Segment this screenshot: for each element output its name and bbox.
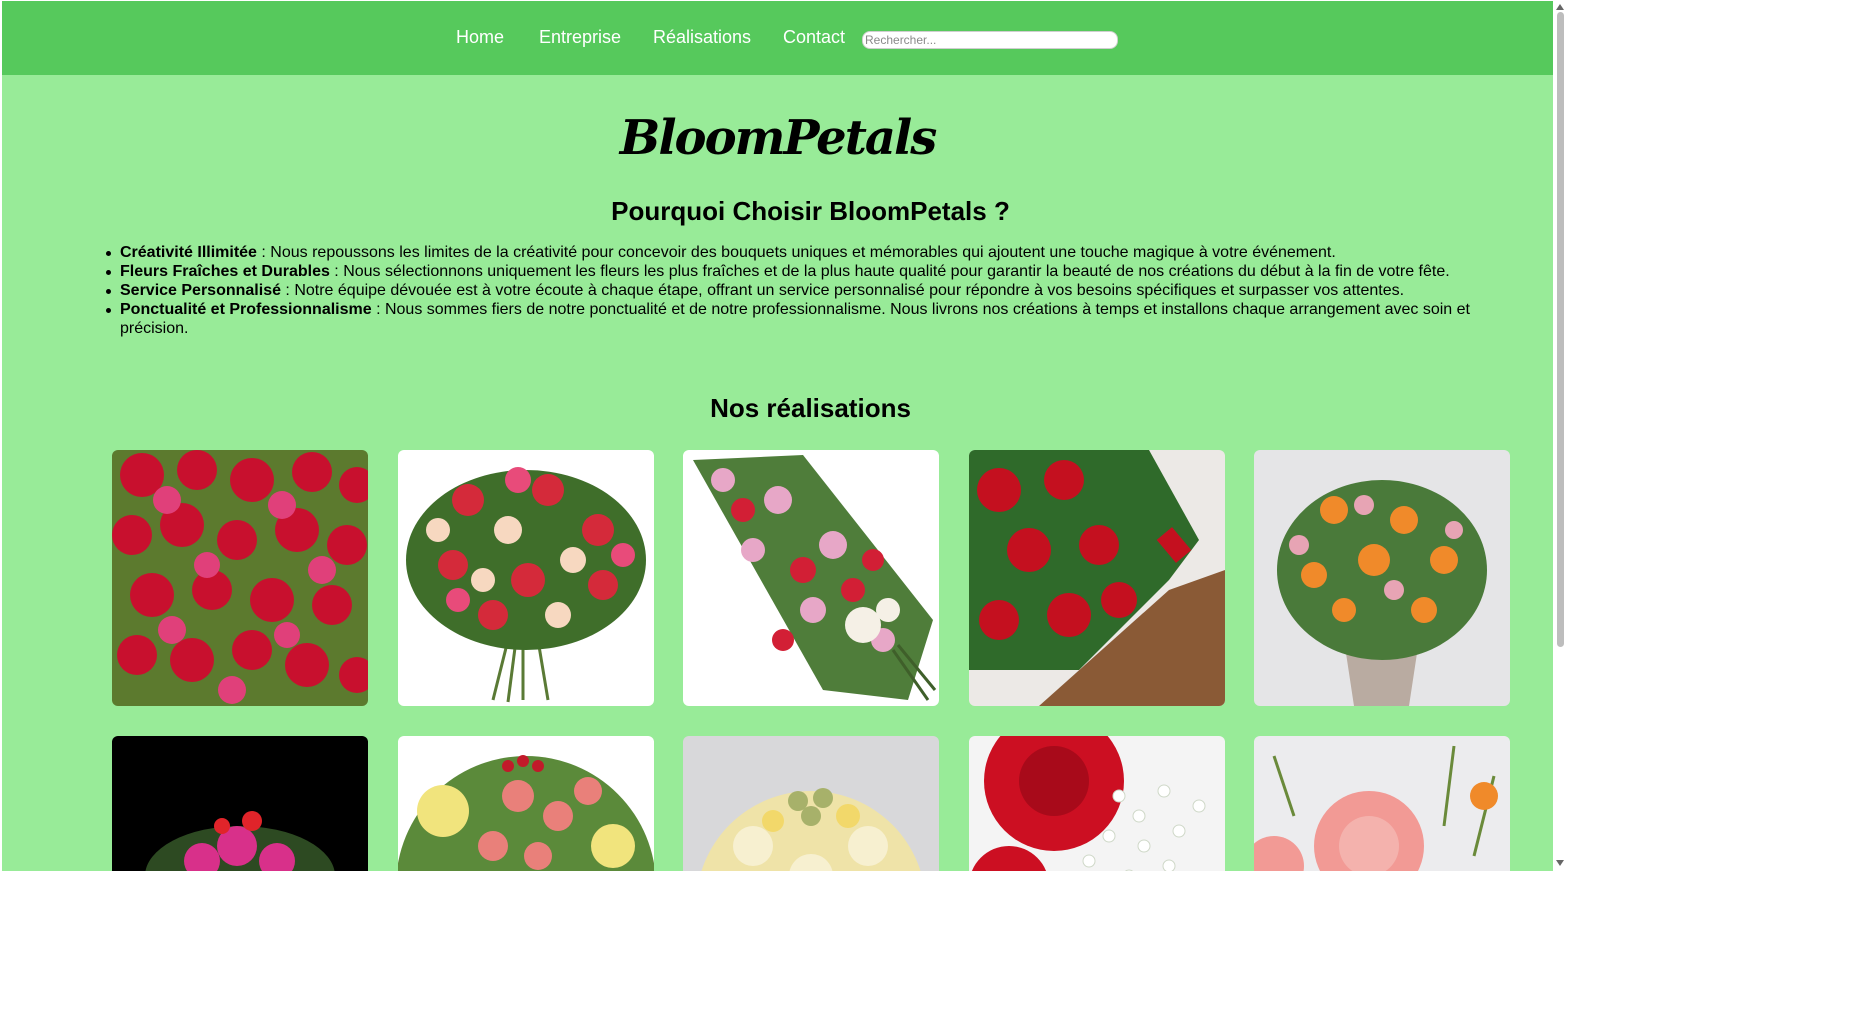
list-item-description: : Nous sélectionnons uniquement les fleu… bbox=[329, 263, 1450, 280]
bouquet-image bbox=[112, 736, 368, 871]
bouquet-image bbox=[683, 450, 939, 706]
gallery-title: Nos réalisations bbox=[710, 393, 911, 423]
gallery-image-red-rose-gypsophila[interactable] bbox=[969, 736, 1225, 871]
bouquet-image bbox=[1254, 450, 1510, 706]
list-item: Ponctualité et Professionnalisme : Nous … bbox=[106, 300, 1500, 338]
nav-home-link[interactable]: Home bbox=[456, 27, 504, 47]
gallery-image-mixed-roses-bouquet[interactable] bbox=[398, 450, 654, 706]
gallery-image-cream-dome-bouquet[interactable] bbox=[683, 736, 939, 871]
bouquet-image bbox=[1254, 736, 1510, 871]
gallery-image-pink-dahlia[interactable] bbox=[1254, 736, 1510, 871]
list-item-term: Fleurs Fraîches et Durables bbox=[120, 263, 330, 280]
gallery-image-dark-background-bouquet[interactable] bbox=[112, 736, 368, 871]
bouquet-image bbox=[112, 450, 368, 706]
brand-logo-text: BloomPetals bbox=[619, 110, 938, 166]
bouquet-image bbox=[683, 736, 939, 871]
list-item-description: : Nous repoussons les limites de la créa… bbox=[256, 244, 1336, 261]
bouquet-image bbox=[969, 736, 1225, 871]
gallery-image-red-pink-roses[interactable] bbox=[112, 450, 368, 706]
navbar: Home Entreprise Réalisations Contact bbox=[2, 1, 1553, 75]
nav-entreprise-link[interactable]: Entreprise bbox=[539, 27, 621, 47]
gallery-image-cascade-bouquet[interactable] bbox=[683, 450, 939, 706]
gallery-image-orange-vase-arrangement[interactable] bbox=[1254, 450, 1510, 706]
list-item-term: Service Personnalisé bbox=[120, 282, 281, 299]
list-item-term: Ponctualité et Professionnalisme bbox=[120, 301, 372, 318]
bouquet-image bbox=[969, 450, 1225, 706]
scrollbar-thumb[interactable] bbox=[1557, 12, 1564, 647]
list-item-description: : Notre équipe dévouée est à votre écout… bbox=[280, 282, 1405, 299]
vertical-scrollbar[interactable] bbox=[1553, 0, 1568, 871]
browser-viewport: Home Entreprise Réalisations Contact Blo… bbox=[0, 0, 1568, 871]
gallery-image-yellow-pink-bouquet[interactable] bbox=[398, 736, 654, 871]
gallery-image-red-roses-on-table[interactable] bbox=[969, 450, 1225, 706]
bouquet-image bbox=[398, 736, 654, 871]
why-choose-list: Créativité Illimitée : Nous repoussons l… bbox=[106, 243, 1500, 338]
scroll-down-arrow-icon[interactable] bbox=[1556, 860, 1564, 866]
list-item-term: Créativité Illimitée bbox=[120, 244, 257, 261]
list-item: Fleurs Fraîches et Durables : Nous sélec… bbox=[106, 262, 1500, 281]
nav-realisations-link[interactable]: Réalisations bbox=[653, 27, 751, 47]
page: Home Entreprise Réalisations Contact Blo… bbox=[2, 1, 1553, 871]
bouquet-image bbox=[398, 450, 654, 706]
list-item: Créativité Illimitée : Nous repoussons l… bbox=[106, 243, 1500, 262]
nav-contact-link[interactable]: Contact bbox=[783, 27, 845, 47]
scroll-up-arrow-icon[interactable] bbox=[1556, 4, 1564, 10]
why-choose-title: Pourquoi Choisir BloomPetals ? bbox=[611, 196, 1010, 226]
search-input[interactable] bbox=[862, 31, 1118, 49]
list-item: Service Personnalisé : Notre équipe dévo… bbox=[106, 281, 1500, 300]
